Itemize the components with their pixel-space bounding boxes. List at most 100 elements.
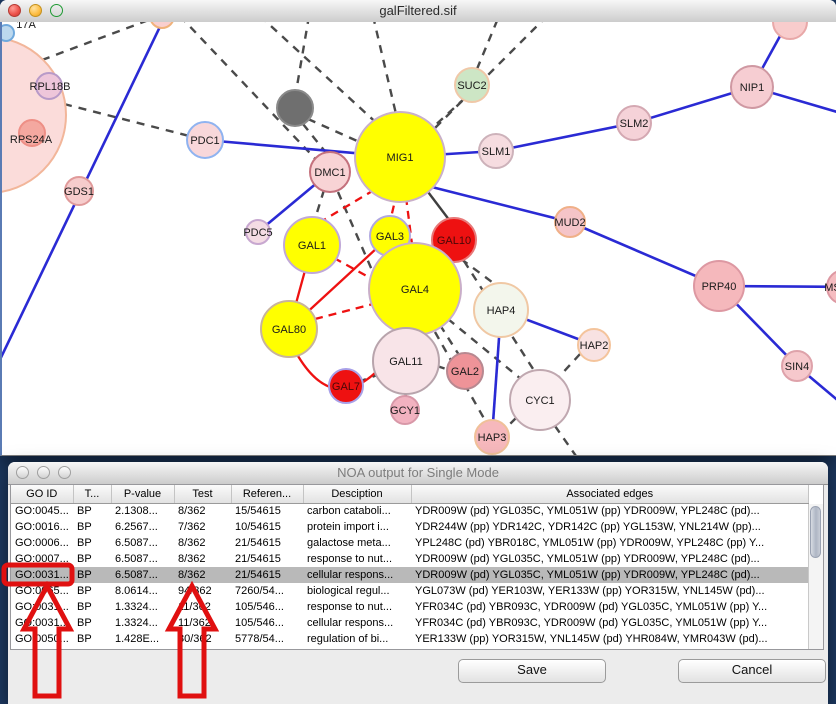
node-label-corner-fragment: 17A xyxy=(16,22,36,31)
column-header-reference[interactable]: Referen... xyxy=(231,485,303,503)
cell-reference: 10/54615 xyxy=(231,519,303,535)
cell-p-value: 6.2567... xyxy=(111,519,174,535)
cell-test: 94/362 xyxy=(174,583,231,599)
nodes-layer xyxy=(2,22,836,454)
table-row[interactable]: GO:0031...BP1.3324...11/362105/546...cel… xyxy=(11,615,809,631)
node-label-gal10: GAL10 xyxy=(437,235,471,247)
cell-associated-edges: YER133W (pp) YOR315W, YNL145W (pd) YHR08… xyxy=(411,631,809,647)
cell-go-id: GO:0031... xyxy=(11,615,73,631)
node-label-hap2: HAP2 xyxy=(580,340,609,352)
cell-associated-edges: YGL073W (pd) YER103W, YER133W (pp) YOR31… xyxy=(411,583,809,599)
table-row[interactable]: GO:0065...BP8.0614...94/3627260/54...bio… xyxy=(11,583,809,599)
cancel-button[interactable]: Cancel xyxy=(678,659,826,683)
node-unnamed-large-pink[interactable] xyxy=(2,37,66,193)
cell-p-value: 6.5087... xyxy=(111,535,174,551)
node-label-gal80: GAL80 xyxy=(272,324,306,336)
cell-test: 8/362 xyxy=(174,551,231,567)
cell-test: 8/362 xyxy=(174,567,231,583)
node-partial-left[interactable] xyxy=(2,25,14,41)
node-label-cyc1: CYC1 xyxy=(525,395,554,407)
node-partial-top-right[interactable] xyxy=(773,22,807,39)
column-header-p-value[interactable]: P-value xyxy=(111,485,174,503)
node-label-gal1: GAL1 xyxy=(298,240,326,252)
node-unnamed-gray[interactable] xyxy=(277,90,313,126)
node-label-prp40: PRP40 xyxy=(702,281,737,293)
column-header-description[interactable]: Desciption xyxy=(303,485,411,503)
network-canvas[interactable]: 17A RPL18B RPS24A GDS1 PDC1 DMC1 MIG1 SU… xyxy=(0,22,836,456)
cell-type: BP xyxy=(73,551,111,567)
cell-go-id: GO:0031... xyxy=(11,567,73,583)
cell-description: response to nut... xyxy=(303,551,411,567)
cell-description: regulation of bi... xyxy=(303,631,411,647)
cell-test: 8/362 xyxy=(174,503,231,519)
table-row[interactable]: GO:0031...BP6.5087...8/36221/54615cellul… xyxy=(11,567,809,583)
cell-associated-edges: YDR009W (pd) YGL035C, YML051W (pp) YDR00… xyxy=(411,567,809,583)
cell-reference: 5778/54... xyxy=(231,631,303,647)
graph-window-titlebar[interactable]: galFiltered.sif xyxy=(0,0,836,23)
cell-reference: 7260/54... xyxy=(231,583,303,599)
cell-test: 11/362 xyxy=(174,599,231,615)
cell-type: BP xyxy=(73,503,111,519)
node-label-hap3: HAP3 xyxy=(478,432,507,444)
cell-go-id: GO:0006... xyxy=(11,535,73,551)
node-label-sin4: SIN4 xyxy=(785,361,809,373)
node-label-gal4: GAL4 xyxy=(401,284,429,296)
cell-go-id: GO:0007... xyxy=(11,551,73,567)
table-row[interactable]: GO:0016...BP6.2567...7/36210/54615protei… xyxy=(11,519,809,535)
save-button[interactable]: Save xyxy=(458,659,606,683)
cell-associated-edges: YFR034C (pd) YBR093C, YDR009W (pd) YGL03… xyxy=(411,599,809,615)
cell-reference: 15/54615 xyxy=(231,503,303,519)
cell-test: 7/362 xyxy=(174,519,231,535)
cell-type: BP xyxy=(73,535,111,551)
cell-p-value: 6.5087... xyxy=(111,567,174,583)
cell-test: 8/362 xyxy=(174,535,231,551)
cell-p-value: 1.3324... xyxy=(111,599,174,615)
cell-type: BP xyxy=(73,615,111,631)
column-header-type[interactable]: T... xyxy=(73,485,111,503)
cell-associated-edges: YPL248C (pd) YBR018C, YML051W (pp) YDR00… xyxy=(411,535,809,551)
noa-window-title: NOA output for Single Mode xyxy=(8,465,828,480)
table-scrollbar-thumb[interactable] xyxy=(810,506,821,558)
cell-description: carbon cataboli... xyxy=(303,503,411,519)
cell-go-id: GO:0065... xyxy=(11,583,73,599)
node-label-dmc1: DMC1 xyxy=(314,167,345,179)
node-label-suc2: SUC2 xyxy=(457,80,486,92)
node-label-slm2: SLM2 xyxy=(620,118,649,130)
table-row[interactable]: GO:0006...BP6.5087...8/36221/54615galact… xyxy=(11,535,809,551)
table-scrollbar[interactable] xyxy=(808,504,823,649)
graph-window: galFiltered.sif xyxy=(0,0,836,456)
cell-type: BP xyxy=(73,583,111,599)
node-label-mig1: MIG1 xyxy=(387,152,414,164)
table-row[interactable]: GO:0045...BP2.1308...8/36215/54615carbon… xyxy=(11,503,809,519)
noa-window-titlebar[interactable]: NOA output for Single Mode xyxy=(8,462,828,485)
cell-test: 80/362 xyxy=(174,631,231,647)
cell-description: cellular respons... xyxy=(303,615,411,631)
table-row[interactable]: GO:0007...BP6.5087...8/36221/54615respon… xyxy=(11,551,809,567)
column-header-associated-edges[interactable]: Associated edges xyxy=(411,485,809,503)
node-label-pdc1: PDC1 xyxy=(190,135,219,147)
table-row[interactable]: GO:0050...BP1.428E...80/3625778/54...reg… xyxy=(11,631,809,647)
cell-reference: 105/546... xyxy=(231,615,303,631)
cell-description: protein import i... xyxy=(303,519,411,535)
cell-go-id: GO:0031... xyxy=(11,599,73,615)
node-partial-top[interactable] xyxy=(150,22,174,28)
cell-go-id: GO:0045... xyxy=(11,503,73,519)
node-label-rps24a: RPS24A xyxy=(10,134,53,146)
node-label-gcy1: GCY1 xyxy=(390,405,420,417)
cell-description: biological regul... xyxy=(303,583,411,599)
noa-output-window: NOA output for Single Mode GO IDT...P-va… xyxy=(8,462,828,704)
cell-reference: 105/546... xyxy=(231,599,303,615)
table-row[interactable]: GO:0031...BP1.3324...11/362105/546...res… xyxy=(11,599,809,615)
cell-go-id: GO:0050... xyxy=(11,631,73,647)
cell-go-id: GO:0016... xyxy=(11,519,73,535)
cell-description: cellular respons... xyxy=(303,567,411,583)
network-svg: 17A RPL18B RPS24A GDS1 PDC1 DMC1 MIG1 SU… xyxy=(2,22,836,455)
noa-results-table: GO IDT...P-valueTestReferen...Desciption… xyxy=(11,485,809,647)
cell-reference: 21/54615 xyxy=(231,535,303,551)
node-label-gal2: GAL2 xyxy=(451,366,479,378)
column-header-test[interactable]: Test xyxy=(174,485,231,503)
cell-test: 11/362 xyxy=(174,615,231,631)
cell-type: BP xyxy=(73,567,111,583)
column-header-go-id[interactable]: GO ID xyxy=(11,485,73,503)
node-label-rpl18b: RPL18B xyxy=(30,81,71,93)
